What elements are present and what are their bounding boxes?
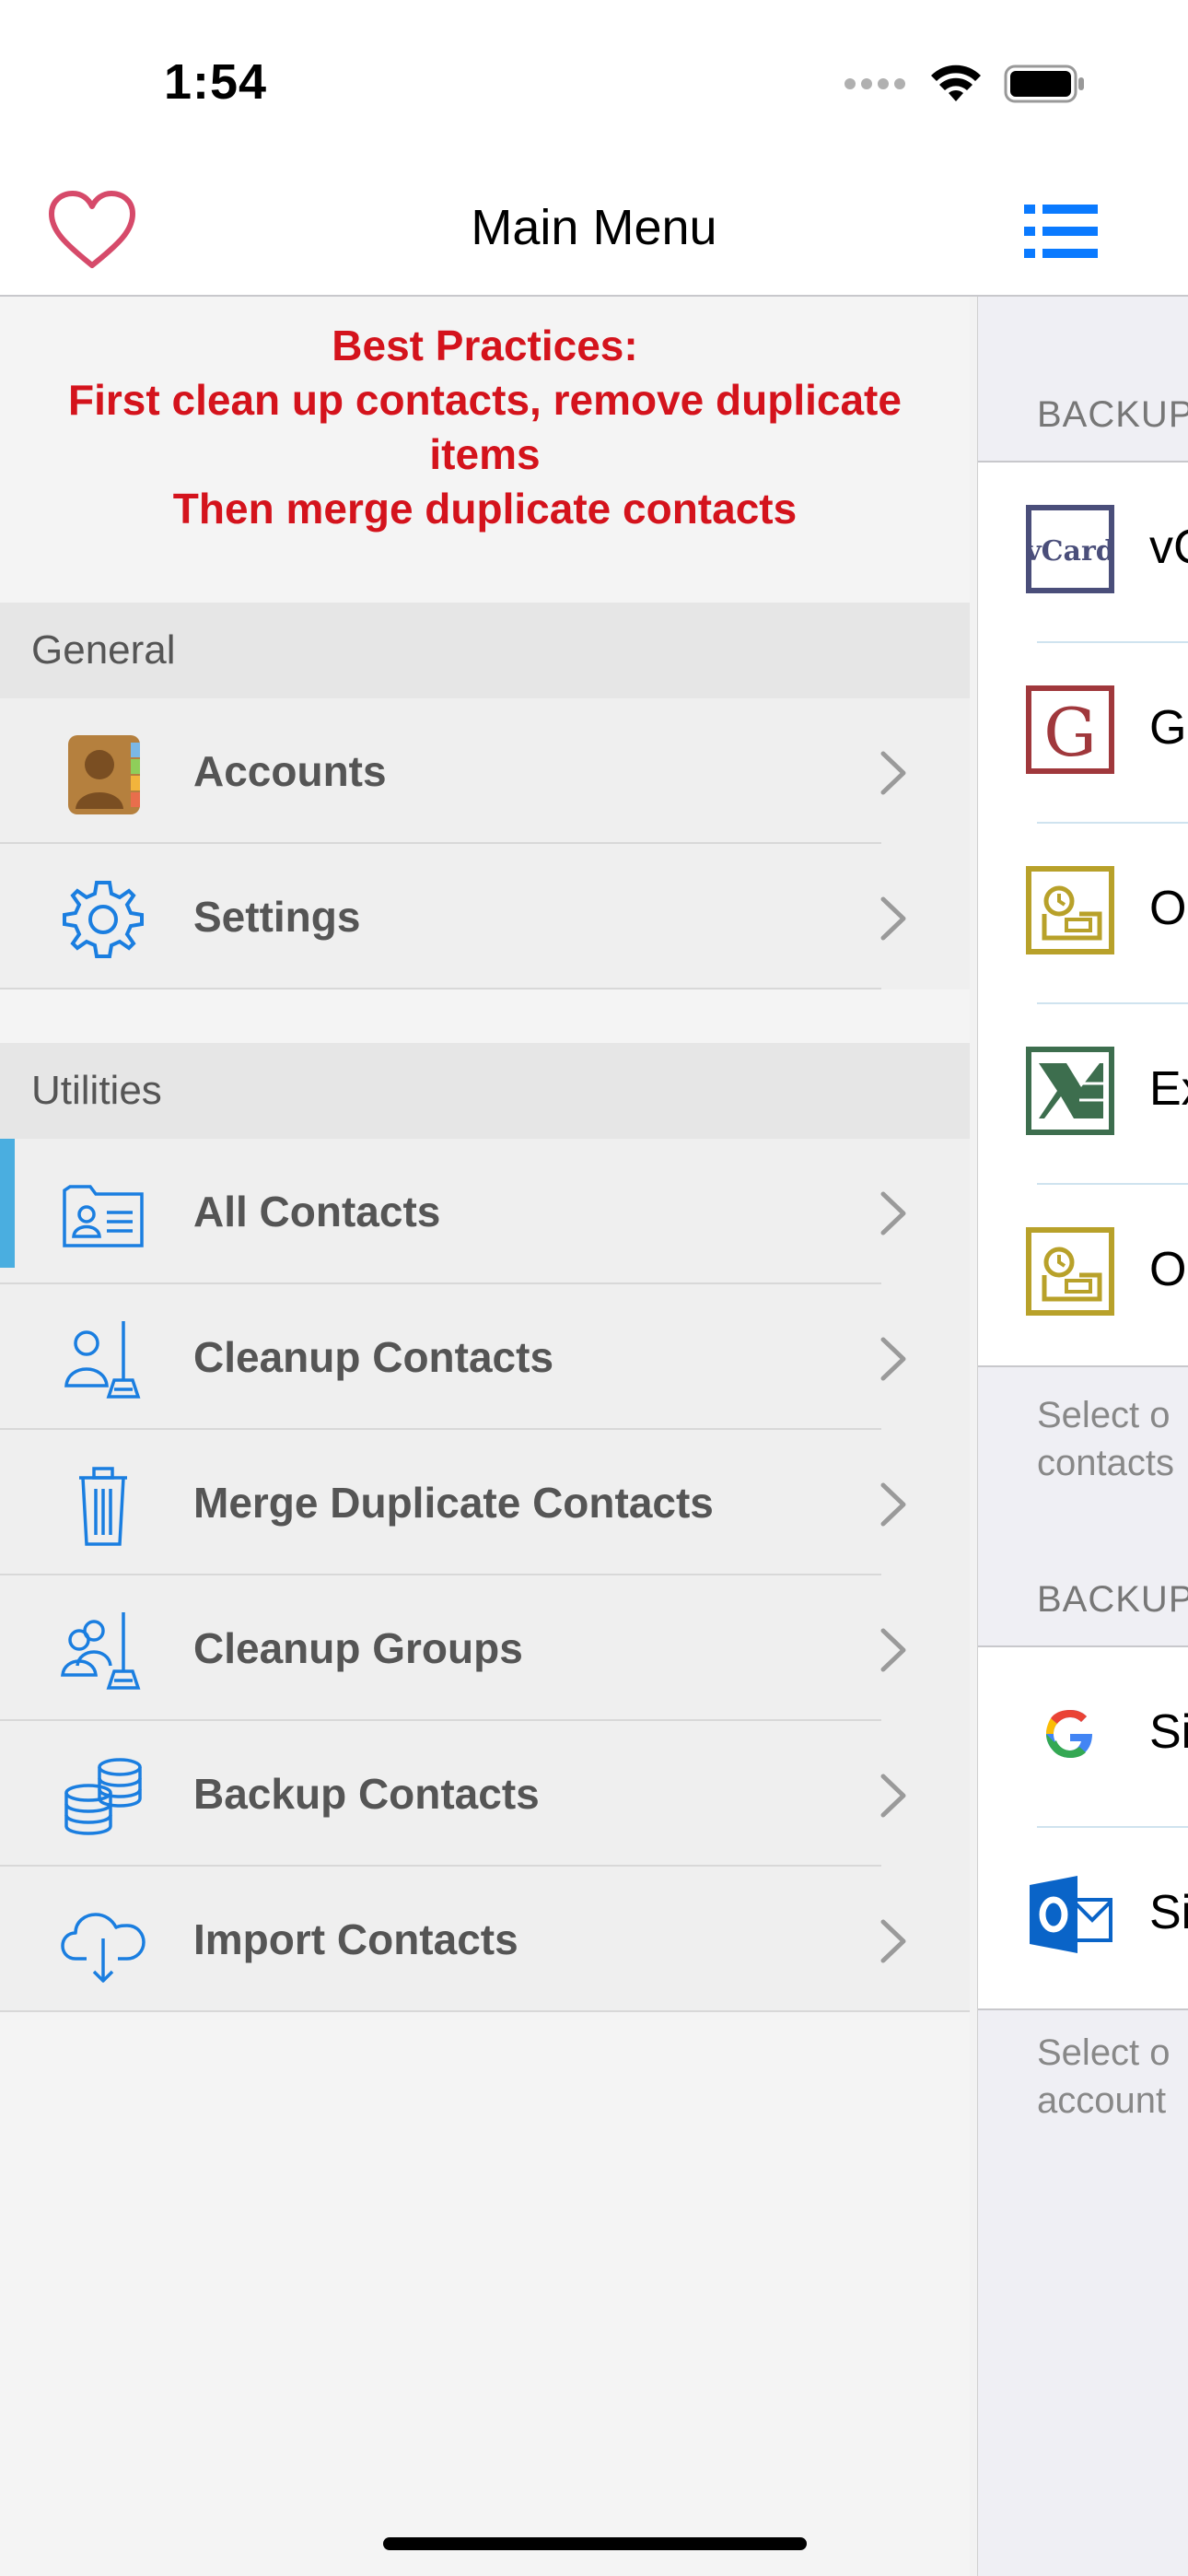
chevron-right-icon bbox=[880, 1337, 906, 1381]
menu-item-label: Import Contacts bbox=[193, 1915, 518, 1963]
chevron-right-icon bbox=[880, 1774, 906, 1818]
section-footer: Select o account bbox=[1037, 2032, 1171, 2121]
backup-option-excel[interactable]: Ex bbox=[978, 1004, 1188, 1185]
section-header-general: General bbox=[0, 603, 970, 698]
navigation-bar: Main Menu bbox=[0, 166, 1188, 297]
menu-item-cleanup-contacts[interactable]: Cleanup Contacts bbox=[0, 1284, 970, 1430]
contact-card-icon bbox=[63, 1185, 144, 1247]
excel-icon bbox=[1026, 1047, 1114, 1135]
google-icon bbox=[1046, 1710, 1092, 1758]
outlook-icon bbox=[1030, 1876, 1112, 1953]
menu-item-label: Backup Contacts bbox=[193, 1770, 540, 1818]
menu-item-backup-contacts[interactable]: Backup Contacts bbox=[0, 1721, 970, 1867]
cleanup-person-icon bbox=[64, 1321, 141, 1399]
page-title: Main Menu bbox=[471, 200, 717, 255]
svg-text:G: G bbox=[1043, 694, 1097, 771]
backup-option-label: Si bbox=[1149, 1705, 1188, 1759]
menu-item-cleanup-groups[interactable]: Cleanup Groups bbox=[0, 1575, 970, 1721]
menu-item-label: Cleanup Groups bbox=[193, 1624, 523, 1672]
menu-item-label: Cleanup Contacts bbox=[193, 1333, 554, 1381]
backup-options-panel: BACKUP vCard vC G G O bbox=[977, 297, 1188, 2576]
battery-icon bbox=[1004, 64, 1084, 103]
svg-text:vCard: vCard bbox=[1026, 535, 1114, 568]
backup-option-outlook-account[interactable]: Si bbox=[978, 1828, 1188, 2008]
best-practices-title: Best Practices: bbox=[332, 322, 638, 369]
outlook-csv-icon bbox=[1026, 1227, 1114, 1316]
gear-icon bbox=[63, 881, 144, 958]
gmail-g-icon: G bbox=[1026, 685, 1114, 774]
status-icons bbox=[844, 64, 1087, 103]
backup-option-outlook-csv[interactable]: O bbox=[978, 824, 1188, 1004]
menu-item-label: Settings bbox=[193, 893, 361, 941]
best-practices-notice: Best Practices: First clean up contacts,… bbox=[0, 297, 970, 603]
backup-option-label: vC bbox=[1149, 521, 1188, 574]
menu-item-accounts[interactable]: Accounts bbox=[0, 698, 970, 844]
menu-item-label: Merge Duplicate Contacts bbox=[193, 1479, 714, 1527]
wifi-icon bbox=[931, 64, 981, 101]
main-menu-panel: Best Practices: First clean up contacts,… bbox=[0, 297, 970, 2576]
menu-item-settings[interactable]: Settings bbox=[0, 844, 970, 989]
section-header-backup: BACKUP bbox=[1037, 394, 1188, 435]
chevron-right-icon bbox=[880, 751, 906, 795]
menu-item-import-contacts[interactable]: Import Contacts bbox=[0, 1867, 970, 2012]
menu-item-all-contacts[interactable]: All Contacts bbox=[0, 1139, 970, 1284]
section-header-backup: BACKUP bbox=[1037, 1579, 1188, 1620]
status-time: 1:54 bbox=[164, 54, 268, 110]
chevron-right-icon bbox=[880, 1191, 906, 1235]
backup-option-label: O bbox=[1149, 882, 1187, 935]
outlook-csv-icon bbox=[1026, 866, 1114, 954]
home-indicator[interactable] bbox=[383, 2537, 807, 2550]
cleanup-group-icon bbox=[61, 1612, 141, 1690]
trash-icon bbox=[79, 1467, 127, 1546]
backup-option-google-account[interactable]: Si bbox=[978, 1647, 1188, 1828]
status-bar: 1:54 bbox=[0, 0, 1188, 166]
best-practices-line: First clean up contacts, remove duplicat… bbox=[68, 376, 902, 478]
backup-option-vcard[interactable]: vCard vC bbox=[978, 463, 1188, 643]
list-icon[interactable] bbox=[1024, 199, 1098, 263]
chevron-right-icon bbox=[880, 1919, 906, 1963]
backup-option-label: O bbox=[1149, 1243, 1187, 1296]
backup-option-gmail-csv[interactable]: G G bbox=[978, 643, 1188, 824]
backup-option-label: G bbox=[1149, 701, 1187, 755]
best-practices-line: Then merge duplicate contacts bbox=[172, 485, 798, 533]
menu-item-label: All Contacts bbox=[193, 1188, 441, 1235]
section-footer: Select o contacts bbox=[1037, 1395, 1174, 1483]
backup-option-outlook[interactable]: O bbox=[978, 1185, 1188, 1365]
menu-item-label: Accounts bbox=[193, 747, 387, 795]
chevron-right-icon bbox=[880, 1628, 906, 1672]
cloud-download-icon bbox=[61, 1913, 146, 1983]
vcard-icon: vCard bbox=[1026, 505, 1114, 593]
backup-option-label: Si bbox=[1149, 1886, 1188, 1939]
database-stack-icon bbox=[64, 1758, 142, 1835]
contacts-book-icon bbox=[68, 735, 140, 814]
section-header-utilities: Utilities bbox=[0, 1043, 970, 1139]
chevron-right-icon bbox=[880, 1482, 906, 1527]
menu-item-merge-duplicate-contacts[interactable]: Merge Duplicate Contacts bbox=[0, 1430, 970, 1575]
chevron-right-icon bbox=[880, 896, 906, 941]
signal-icon bbox=[844, 78, 905, 89]
backup-option-label: Ex bbox=[1149, 1062, 1188, 1116]
